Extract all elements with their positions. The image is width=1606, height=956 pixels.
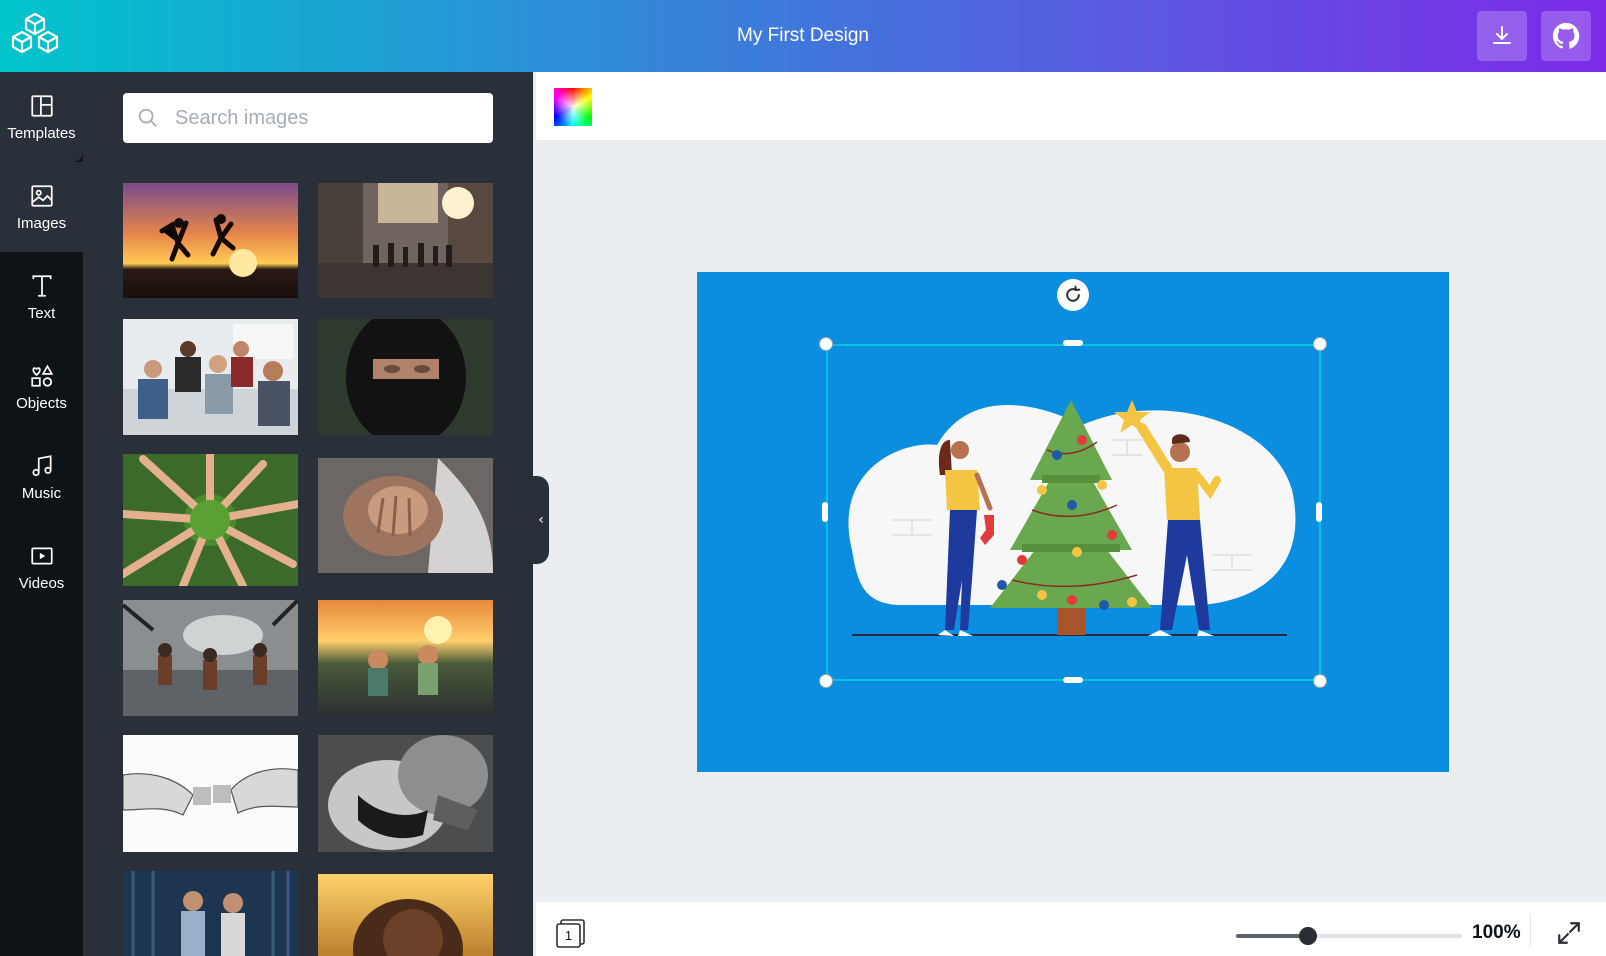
sidebar-item-label: Images	[16, 214, 67, 232]
zoom-slider[interactable]	[1236, 927, 1462, 945]
resize-handle-top[interactable]	[1063, 340, 1083, 346]
collapse-panel-button[interactable]: ‹	[533, 476, 549, 564]
rotate-icon	[1066, 285, 1081, 302]
fullscreen-icon[interactable]	[1556, 920, 1582, 946]
resize-handle-right[interactable]	[1316, 502, 1322, 522]
canvas-toolbar	[536, 72, 1606, 140]
search-icon	[138, 108, 157, 127]
image-thumbnail[interactable]	[123, 454, 298, 586]
pages-button[interactable]: 1	[556, 918, 586, 948]
video-icon	[30, 547, 53, 564]
shapes-icon	[30, 364, 53, 387]
sidebar-item-music[interactable]: Music	[0, 432, 83, 522]
search-box[interactable]	[123, 93, 493, 143]
image-thumbnail[interactable]	[123, 600, 298, 716]
sidebar-item-videos[interactable]: Videos	[0, 522, 83, 612]
music-icon	[31, 454, 52, 476]
bottom-bar: 1 100%	[536, 902, 1606, 956]
design-title[interactable]: My First Design	[0, 0, 1606, 72]
sidebar-item-label: Templates	[7, 124, 76, 142]
sidebar-item-templates[interactable]: Templates	[0, 72, 83, 162]
image-thumbnail[interactable]	[318, 183, 493, 298]
text-icon	[31, 274, 52, 297]
sidebar-item-objects[interactable]: Objects	[0, 342, 83, 432]
image-thumbnail[interactable]	[123, 735, 298, 852]
zoom-level[interactable]: 100%	[1472, 922, 1521, 944]
github-icon	[1552, 22, 1580, 49]
rotate-handle[interactable]	[1057, 279, 1089, 311]
image-thumbnail[interactable]	[123, 871, 298, 956]
resize-handle-left[interactable]	[822, 502, 828, 522]
sidebar-rail: Templates Images Text Objects Music Vide…	[0, 72, 83, 956]
sidebar-item-label: Text	[27, 304, 56, 322]
github-button[interactable]	[1541, 11, 1591, 61]
images-panel	[83, 72, 533, 956]
download-icon	[1493, 26, 1511, 44]
sidebar-item-label: Videos	[18, 574, 65, 592]
layout-icon	[30, 94, 53, 117]
sidebar-item-text[interactable]: Text	[0, 252, 83, 342]
zoom-slider-knob[interactable]	[1299, 927, 1318, 945]
sidebar-item-label: Music	[21, 484, 62, 502]
image-thumbnail[interactable]	[318, 735, 493, 852]
resize-handle-top-left[interactable]	[819, 337, 833, 351]
resize-handle-bottom-right[interactable]	[1313, 674, 1327, 688]
image-thumbnail[interactable]	[318, 874, 493, 956]
resize-handle-bottom-left[interactable]	[819, 674, 833, 688]
resize-handle-bottom[interactable]	[1063, 677, 1083, 683]
image-thumbnail[interactable]	[123, 319, 298, 435]
chevron-left-icon: ‹	[538, 512, 544, 528]
selection-box	[826, 344, 1321, 681]
resize-handle-top-right[interactable]	[1313, 337, 1327, 351]
search-input[interactable]	[175, 93, 485, 143]
divider	[1530, 914, 1531, 946]
sidebar-item-label: Objects	[16, 394, 67, 412]
image-thumbnail[interactable]	[318, 600, 493, 716]
color-picker-button[interactable]	[554, 88, 592, 126]
sidebar-item-images[interactable]: Images	[0, 162, 83, 252]
top-header: My First Design	[0, 0, 1606, 72]
download-button[interactable]	[1477, 11, 1527, 61]
image-icon	[30, 184, 53, 207]
page-count: 1	[565, 928, 572, 943]
image-thumbnail[interactable]	[318, 319, 493, 435]
zoom-slider-fill	[1236, 934, 1309, 938]
image-thumbnail[interactable]	[123, 183, 298, 298]
image-thumbnail[interactable]	[318, 458, 493, 573]
